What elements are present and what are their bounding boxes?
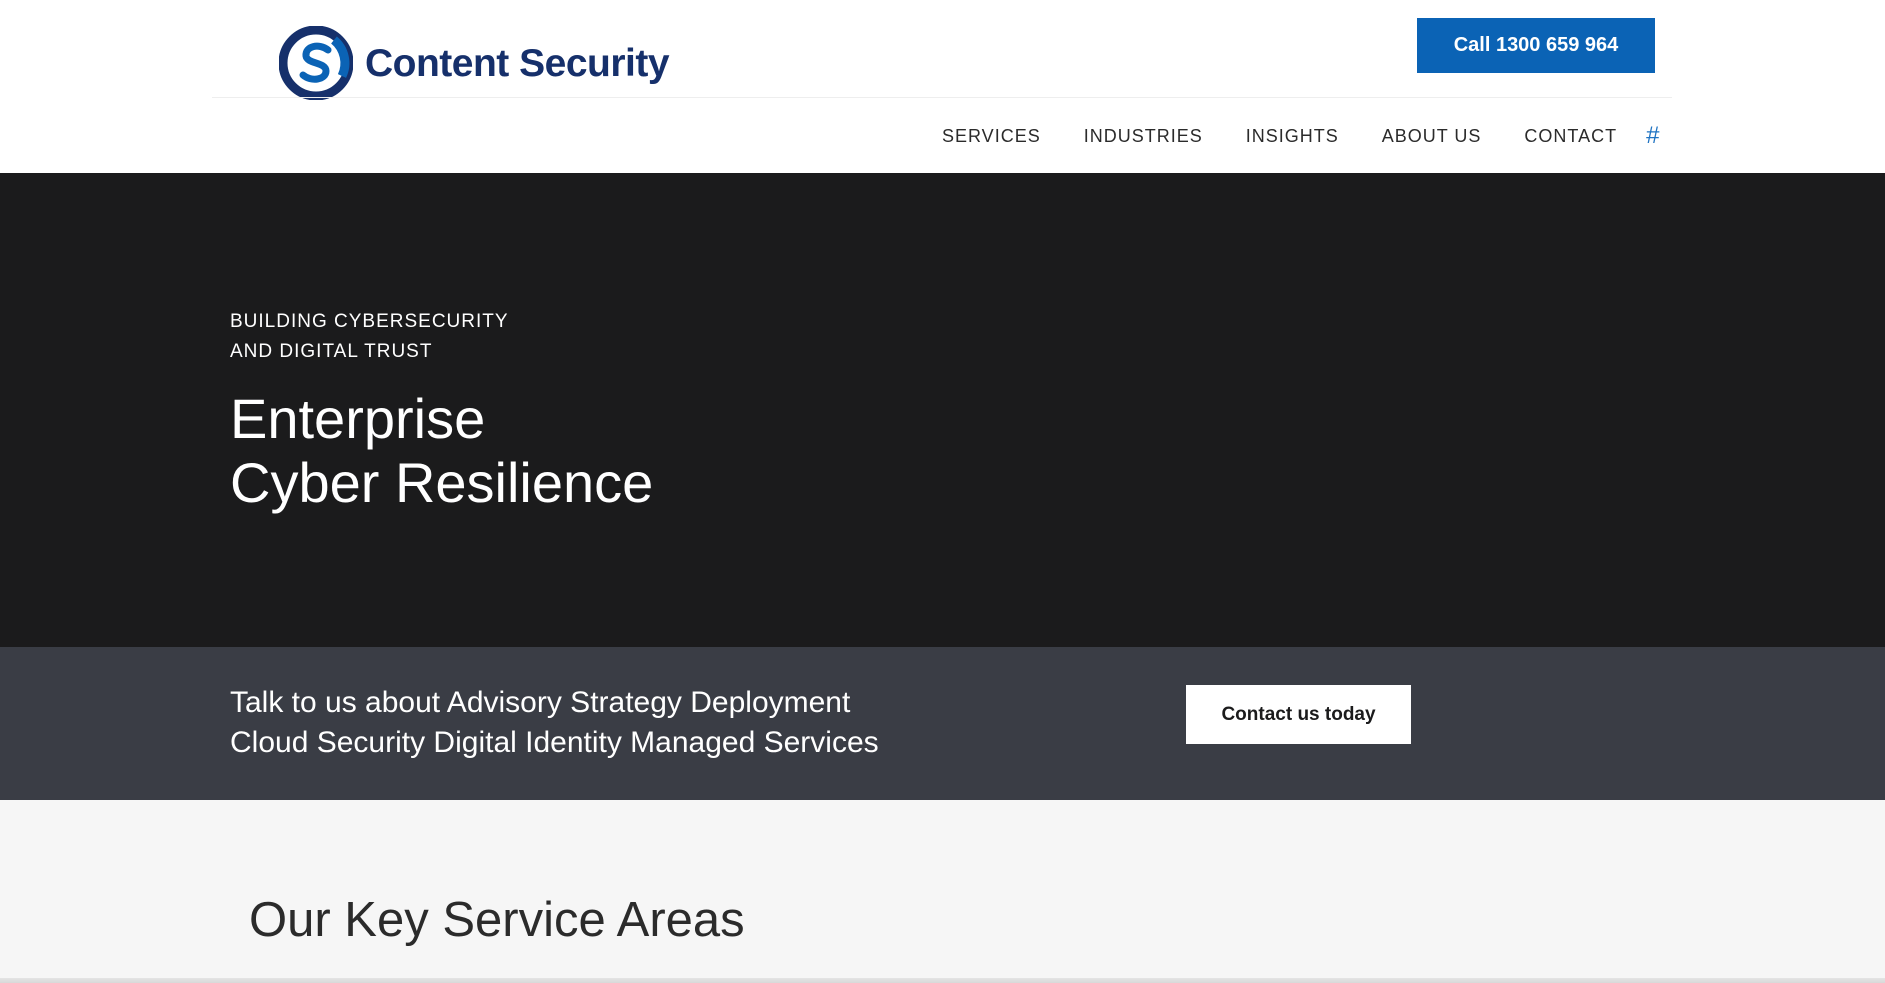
- contact-us-button[interactable]: Contact us today: [1186, 685, 1411, 744]
- hero-eyebrow-line2: AND DIGITAL TRUST: [230, 341, 433, 362]
- hero-title-line2: Cyber Resilience: [230, 451, 654, 514]
- logo-text: Content Security: [365, 41, 670, 85]
- logo-mark-icon: [279, 26, 353, 100]
- hero-eyebrow-line1: BUILDING CYBERSECURITY: [230, 311, 509, 332]
- main-nav: SERVICES INDUSTRIES INSIGHTS ABOUT US CO…: [942, 122, 1659, 150]
- site-header: Content Security Call 1300 659 964 SERVI…: [0, 0, 1885, 173]
- viewport-bottom-edge: [0, 978, 1885, 983]
- nav-item-insights[interactable]: INSIGHTS: [1246, 126, 1339, 147]
- cta-text-line1: Talk to us about Advisory Strategy Deplo…: [230, 686, 851, 719]
- hero-title-line1: Enterprise: [230, 387, 486, 450]
- hero-eyebrow: BUILDING CYBERSECURITY AND DIGITAL TRUST: [230, 307, 509, 367]
- cta-text: Talk to us about Advisory Strategy Deplo…: [230, 683, 879, 763]
- nav-item-contact[interactable]: CONTACT: [1524, 126, 1617, 147]
- call-button[interactable]: Call 1300 659 964: [1417, 18, 1655, 73]
- nav-item-about-us[interactable]: ABOUT US: [1382, 126, 1482, 147]
- cta-text-line2: Cloud Security Digital Identity Managed …: [230, 726, 879, 759]
- hash-icon[interactable]: #: [1646, 122, 1659, 150]
- services-section: Our Key Service Areas: [0, 800, 1885, 983]
- hero-title: Enterprise Cyber Resilience: [230, 387, 653, 515]
- hero-section: BUILDING CYBERSECURITY AND DIGITAL TRUST…: [0, 173, 1885, 647]
- nav-item-industries[interactable]: INDUSTRIES: [1084, 126, 1203, 147]
- logo-link[interactable]: Content Security: [279, 26, 670, 100]
- services-title: Our Key Service Areas: [249, 893, 745, 947]
- header-divider: [212, 97, 1672, 98]
- cta-band: Talk to us about Advisory Strategy Deplo…: [0, 647, 1885, 800]
- nav-item-services[interactable]: SERVICES: [942, 126, 1041, 147]
